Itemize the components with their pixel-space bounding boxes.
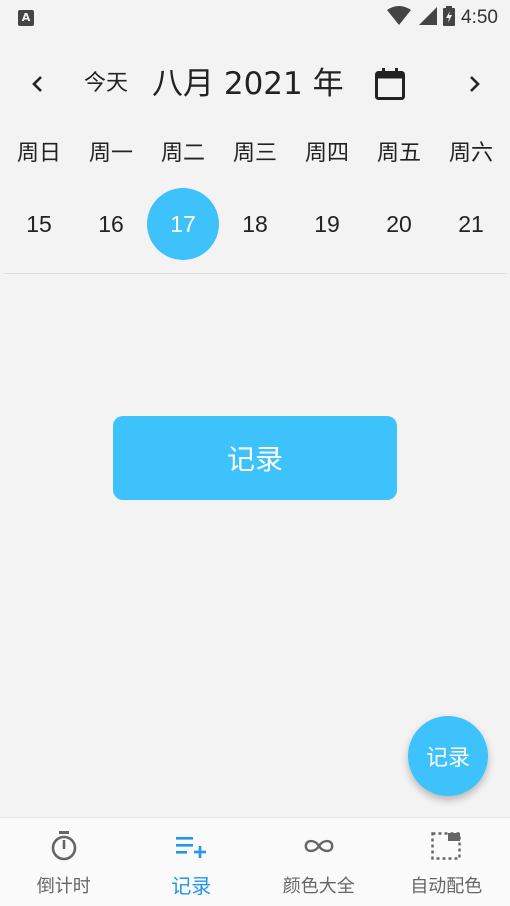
nav-label: 记录 [171,874,212,898]
weekday-row: 周日 周一 周二 周三 周四 周五 周六 [3,132,507,176]
weekday-label: 周六 [448,141,493,166]
date-number: 19 [314,210,340,237]
date-cell[interactable]: 16 [75,188,147,260]
calendar-icon [375,68,405,100]
bottom-navigation: 倒计时 记录 颜色大全 自动配色 [0,817,510,906]
nav-item-colors[interactable]: 颜色大全 [255,818,383,906]
date-cell[interactable]: 15 [3,188,75,260]
notification-icon: A [18,10,34,26]
timer-icon [48,830,80,862]
nav-label: 颜色大全 [282,876,355,897]
date-cell[interactable]: 19 [291,188,363,260]
date-number: 20 [386,210,412,237]
date-row: 15 16 17 18 19 20 21 [3,188,507,260]
signal-icon [417,6,438,30]
nav-item-record[interactable]: 记录 [128,818,256,906]
today-button[interactable]: 今天 [84,66,128,102]
weekday-label: 周一 [88,141,133,166]
weekday-label: 周四 [304,141,349,166]
nav-item-auto-color[interactable]: 自动配色 [383,818,510,906]
date-number: 16 [98,210,124,237]
weekday-label: 周三 [232,141,277,166]
status-right: 4:50 [387,6,498,30]
weekday-label: 周五 [376,141,421,166]
status-left: A [18,10,34,26]
nav-item-countdown[interactable]: 倒计时 [0,818,128,906]
date-number: 17 [147,188,219,260]
status-time: 4:50 [461,7,498,28]
date-number: 15 [26,210,52,237]
chevron-right-icon [470,76,480,92]
record-fab[interactable]: 记录 [408,716,488,796]
nav-label: 自动配色 [410,876,483,897]
date-cell[interactable]: 20 [363,188,435,260]
nav-label: 倒计时 [36,876,91,897]
weekday-label: 周日 [16,141,61,166]
calendar-picker-button[interactable] [370,64,410,104]
wifi-icon [387,6,412,30]
previous-week-button[interactable] [18,64,58,104]
battery-icon [443,6,456,30]
infinity-icon [303,830,335,862]
divider [4,273,506,274]
date-number: 18 [242,210,268,237]
record-button[interactable]: 记录 [113,416,397,500]
calendar-header: 今天 八月 2021 年 [0,56,510,112]
playlist-add-icon [175,830,207,862]
selection-icon [430,830,462,862]
chevron-left-icon [32,76,42,92]
month-title: 八月 2021 年 [152,66,344,102]
date-cell[interactable]: 21 [435,188,507,260]
weekday-label: 周二 [160,141,205,166]
date-number: 21 [458,210,484,237]
status-bar: A 4:50 [0,0,510,36]
next-week-button[interactable] [454,64,494,104]
date-cell[interactable]: 18 [219,188,291,260]
date-cell-selected[interactable]: 17 [147,188,219,260]
